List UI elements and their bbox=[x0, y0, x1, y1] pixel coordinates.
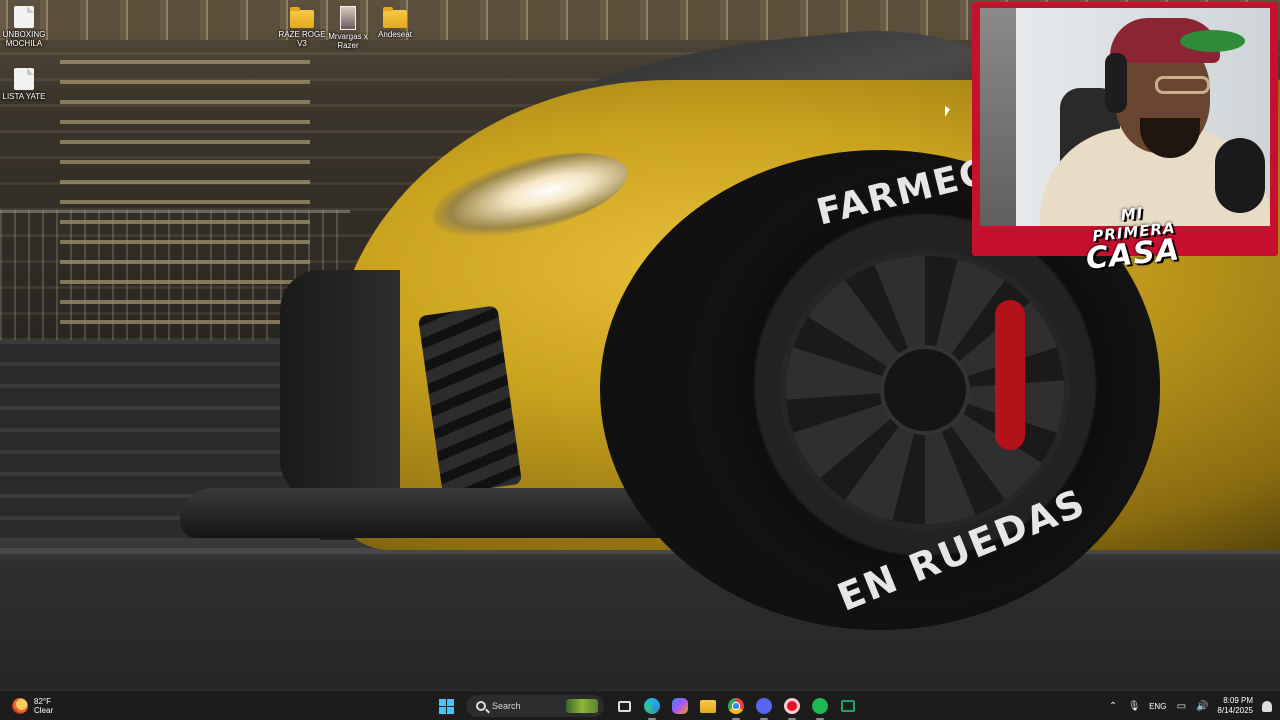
record-icon bbox=[784, 698, 800, 714]
logo-line-2: CASA bbox=[1084, 232, 1182, 277]
discord-button[interactable] bbox=[752, 694, 776, 720]
copilot-icon bbox=[672, 698, 688, 714]
search-label: Search bbox=[492, 701, 521, 711]
car-front-splitter bbox=[180, 488, 700, 538]
desktop-icon-andeseat[interactable]: Andeseat bbox=[367, 6, 423, 39]
folder-icon bbox=[700, 699, 716, 713]
weather-condition: Clear bbox=[34, 706, 54, 715]
weather-icon bbox=[12, 698, 28, 714]
search-icon bbox=[476, 701, 486, 711]
system-tray: ⌃ 🎙 ENG ▭ 🔊 8:09 PM 8/14/2025 bbox=[1107, 694, 1272, 718]
image-file-icon bbox=[340, 6, 356, 30]
discord-icon bbox=[756, 698, 772, 714]
taskbar-center: Search bbox=[434, 694, 860, 720]
file-icon bbox=[14, 68, 34, 90]
chevron-up-icon[interactable]: ⌃ bbox=[1107, 700, 1119, 712]
desktop-icon-label: LISTA YATE bbox=[2, 92, 46, 101]
taskbar: 82°F Clear Search ⌃ 🎙 ENG ▭ 🔊 8:09 PM 8/… bbox=[0, 690, 1280, 720]
excel-icon bbox=[841, 700, 855, 712]
terminal-button[interactable] bbox=[836, 694, 860, 718]
weather-text: 82°F Clear bbox=[34, 697, 53, 715]
car-brake-caliper bbox=[995, 300, 1025, 450]
file-icon bbox=[14, 6, 34, 28]
volume-icon[interactable]: 🔊 bbox=[1196, 700, 1208, 712]
language-indicator[interactable]: ENG bbox=[1149, 702, 1166, 711]
edge-button[interactable] bbox=[640, 694, 664, 720]
webcam-feed bbox=[980, 8, 1270, 226]
start-button[interactable] bbox=[434, 694, 458, 718]
webcam-person-glasses bbox=[1155, 76, 1210, 94]
spotify-button[interactable] bbox=[808, 694, 832, 720]
desktop-icon-unboxing-mochila[interactable]: UNBOXING MOCHILA bbox=[0, 6, 52, 48]
weather-temp: 82°F bbox=[34, 697, 51, 706]
taskbar-search[interactable]: Search bbox=[466, 695, 604, 717]
wallpaper-track bbox=[0, 540, 1280, 690]
spotify-icon bbox=[812, 698, 828, 714]
desktop-icon-label: Andeseat bbox=[378, 30, 412, 39]
car-hub bbox=[880, 345, 970, 435]
headphones-icon bbox=[1105, 53, 1127, 113]
desktop-icon-label: Mrvargas x Razer bbox=[328, 32, 368, 50]
microphone-icon[interactable]: 🎙 bbox=[1128, 700, 1141, 712]
recorder-button[interactable] bbox=[780, 694, 804, 720]
network-icon[interactable]: ▭ bbox=[1175, 700, 1187, 712]
windows-logo-icon bbox=[438, 698, 454, 714]
search-highlight-icon bbox=[566, 699, 598, 713]
mi-primera-casa-logo: MI PRIMERA CASA bbox=[1078, 204, 1188, 277]
clock-time: 8:09 PM bbox=[1223, 696, 1253, 705]
copilot-button[interactable] bbox=[668, 694, 692, 718]
notification-bell-icon[interactable] bbox=[1262, 700, 1272, 712]
mouse-cursor-icon bbox=[945, 106, 950, 117]
edge-icon bbox=[644, 698, 660, 714]
webcam-background-shelf bbox=[980, 8, 1016, 226]
car-bumper bbox=[280, 270, 400, 500]
task-view-button[interactable] bbox=[612, 694, 636, 718]
folder-icon bbox=[383, 7, 407, 28]
chrome-button[interactable] bbox=[724, 694, 748, 720]
webcam-person-cap-brim bbox=[1180, 30, 1245, 52]
microphone-icon bbox=[1215, 138, 1265, 213]
file-explorer-button[interactable] bbox=[696, 694, 720, 718]
folder-icon bbox=[290, 7, 314, 28]
desktop-icon-label: UNBOXING MOCHILA bbox=[2, 30, 46, 48]
desktop-icon-lista-yate[interactable]: LISTA YATE bbox=[0, 68, 52, 101]
clock-date: 8/14/2025 bbox=[1217, 706, 1253, 715]
clock[interactable]: 8:09 PM 8/14/2025 bbox=[1217, 696, 1253, 716]
desktop-icon-label: RAZE ROGE V3 bbox=[278, 30, 326, 48]
weather-widget[interactable]: 82°F Clear bbox=[12, 695, 53, 717]
task-view-icon bbox=[617, 700, 631, 712]
chrome-icon bbox=[728, 698, 744, 714]
